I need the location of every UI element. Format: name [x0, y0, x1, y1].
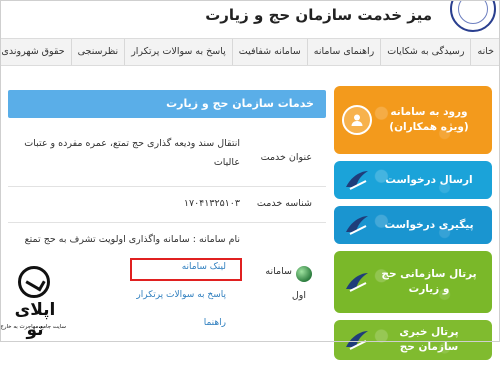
divider: [8, 222, 326, 223]
sidebar-item-label: ورود به سامانه (ویژه همکاران): [389, 106, 469, 133]
globe-icon: [296, 266, 312, 282]
sidebar-item-org-portal[interactable]: پرتال سازمانی حج و زیارت: [334, 251, 492, 313]
watermark-brand: اپلای تو: [14, 300, 56, 340]
guide-link[interactable]: راهنما: [204, 318, 226, 328]
service-title-row: عنوان خدمت انتقال سند ودیعه گذاری حج تمت…: [8, 128, 326, 176]
sidebar-item-news-portal[interactable]: پرتال خبری سازمان حج: [334, 320, 492, 360]
service-id-label: شناسه خدمت: [256, 198, 312, 209]
service-title-label: عنوان خدمت: [260, 152, 312, 163]
nav-item-survey[interactable]: نظرسنجی: [70, 39, 125, 65]
system-label: سامانه: [265, 266, 292, 277]
system-name: نام سامانه : سامانه واگذاری اولویت تشرف …: [24, 234, 240, 245]
nav-item-complaints[interactable]: رسیدگی به شکایات: [380, 39, 470, 65]
system-link-highlight: [130, 258, 242, 281]
swoosh-icon: [346, 171, 368, 190]
service-panel-heading: خدمات سازمان حج و زیارت: [8, 90, 326, 118]
applyto-logo-icon: [18, 266, 50, 298]
sidebar: ورود به سامانه (ویژه همکاران) ارسال درخو…: [334, 86, 492, 367]
sidebar-item-label: ارسال درخواست: [385, 173, 473, 186]
nav-item-home[interactable]: خانه: [470, 39, 500, 65]
user-icon: [342, 105, 372, 135]
swoosh-icon: [346, 331, 368, 350]
logo-emblem: [458, 0, 488, 24]
sidebar-item-label: پرتال خبری سازمان حج: [399, 326, 459, 353]
site-title: میز خدمت سازمان حج و زیارت: [205, 6, 432, 24]
service-title-value: انتقال سند ودیعه گذاری حج تمتع، عمره مفر…: [24, 138, 240, 168]
sidebar-item-label: پرتال سازمانی حج و زیارت: [381, 268, 477, 295]
watermark-tagline: سایت جامع مهاجرت به خارج از کشور: [0, 324, 66, 330]
applyto-watermark: اپلای تو سایت جامع مهاجرت به خارج از کشو…: [0, 262, 66, 340]
sidebar-item-track-request[interactable]: پیگیری درخواست: [334, 206, 492, 244]
sidebar-item-send-request[interactable]: ارسال درخواست: [334, 161, 492, 199]
faq-link[interactable]: پاسخ به سوالات پرتکرار: [136, 290, 226, 300]
nav-item-citizen-rights[interactable]: حقوق شهروندی: [0, 39, 71, 65]
sidebar-item-label: پیگیری درخواست: [384, 218, 474, 231]
swoosh-icon: [346, 216, 368, 235]
first-label: اول: [291, 290, 306, 301]
organization-logo[interactable]: [450, 0, 496, 32]
nav-item-transparency[interactable]: سامانه شفافیت: [231, 39, 307, 65]
header: میز خدمت سازمان حج و زیارت: [0, 0, 500, 38]
service-id-value: ۱۷۰۴۱۳۲۵۱۰۳: [183, 198, 240, 209]
nav-item-faq[interactable]: پاسخ به سوالات پرتکرار: [124, 39, 232, 65]
main-navigation: خانه رسیدگی به شکایات راهنمای سامانه سام…: [0, 38, 500, 66]
divider: [8, 186, 326, 187]
nav-item-system-guide[interactable]: راهنمای سامانه: [306, 39, 381, 65]
sidebar-item-staff-login[interactable]: ورود به سامانه (ویژه همکاران): [334, 86, 492, 154]
service-id-row: شناسه خدمت ۱۷۰۴۱۳۲۵۱۰۳: [8, 194, 326, 214]
swoosh-icon: [346, 273, 368, 292]
